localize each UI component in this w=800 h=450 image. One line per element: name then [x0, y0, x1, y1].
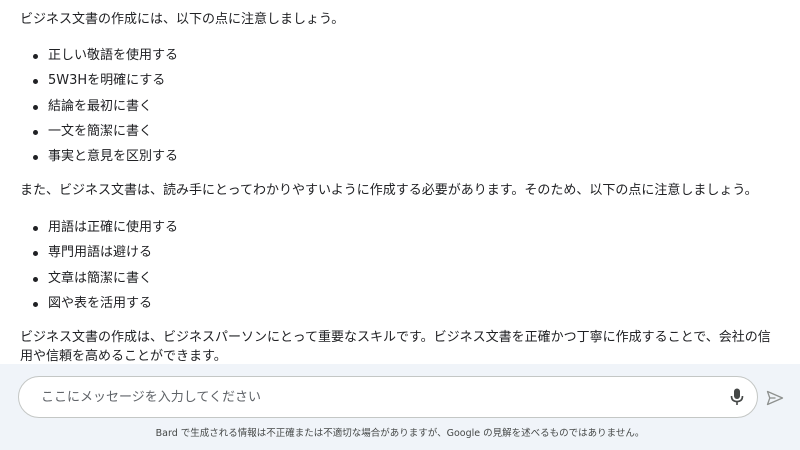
bullet-icon	[33, 155, 38, 160]
microphone-button[interactable]	[725, 385, 749, 409]
list-item: 用語は正確に使用する	[20, 218, 178, 243]
response-list-1: 正しい敬語を使用する 5W3Hを明確にする 結論を最初に書く 一文を簡潔に書く …	[20, 46, 178, 172]
response-intro: ビジネス文書の作成には、以下の点に注意しましょう。	[20, 12, 345, 27]
list-item: 専門用語は避ける	[20, 243, 178, 268]
list-item: 一文を簡潔に書く	[20, 122, 178, 147]
list-item: 5W3Hを明確にする	[20, 71, 178, 96]
disclaimer-text: Bard で生成される情報は不正確または不適切な場合がありますが、Google …	[155, 428, 645, 439]
prompt-input-box[interactable]	[18, 376, 758, 418]
bullet-icon	[33, 129, 38, 135]
list-item: 事実と意見を区別する	[20, 147, 178, 172]
bullet-icon	[33, 54, 38, 59]
list-item-text: 専門用語は避ける	[48, 245, 153, 261]
response-list-2: 用語は正確に使用する 専門用語は避ける 文章は簡潔に書く 図や表を活用する	[20, 218, 178, 319]
list-item: 正しい敬語を使用する	[20, 46, 178, 71]
bullet-icon	[33, 226, 38, 231]
list-item: 図や表を活用する	[20, 294, 178, 319]
response-conclusion: ビジネス文書の作成は、ビジネスパーソンにとって重要なスキルです。ビジネス文書を正…	[20, 330, 771, 364]
list-item-text: 図や表を活用する	[48, 295, 153, 311]
bullet-icon	[33, 251, 38, 257]
response-middle: また、ビジネス文書は、読み手にとってわかりやすいように作成する必要があります。そ…	[20, 183, 758, 198]
list-item-text: 結論を最初に書く	[48, 98, 153, 114]
input-area: Bard で生成される情報は不正確または不適切な場合がありますが、Google …	[0, 364, 800, 450]
prompt-input[interactable]	[41, 386, 691, 408]
list-item-text: 用語は正確に使用する	[48, 220, 179, 235]
list-item-text: 正しい敬語を使用する	[48, 48, 179, 63]
list-item-text: 事実と意見を区別する	[48, 149, 179, 164]
list-item-text: 文章は簡潔に書く	[48, 270, 153, 286]
send-icon	[766, 390, 784, 406]
bullet-icon	[33, 104, 38, 110]
list-item: 結論を最初に書く	[20, 97, 178, 122]
list-item-text: 5W3Hを明確にする	[48, 73, 166, 89]
bullet-icon	[33, 276, 38, 282]
bullet-icon	[33, 301, 38, 307]
list-item: 文章は簡潔に書く	[20, 269, 178, 294]
bullet-icon	[33, 79, 38, 85]
bard-response: ビジネス文書の作成には、以下の点に注意しましょう。 正しい敬語を使用する 5W3…	[20, 0, 800, 364]
send-button[interactable]	[764, 387, 786, 409]
microphone-icon	[730, 388, 744, 405]
list-item-text: 一文を簡潔に書く	[48, 123, 153, 139]
